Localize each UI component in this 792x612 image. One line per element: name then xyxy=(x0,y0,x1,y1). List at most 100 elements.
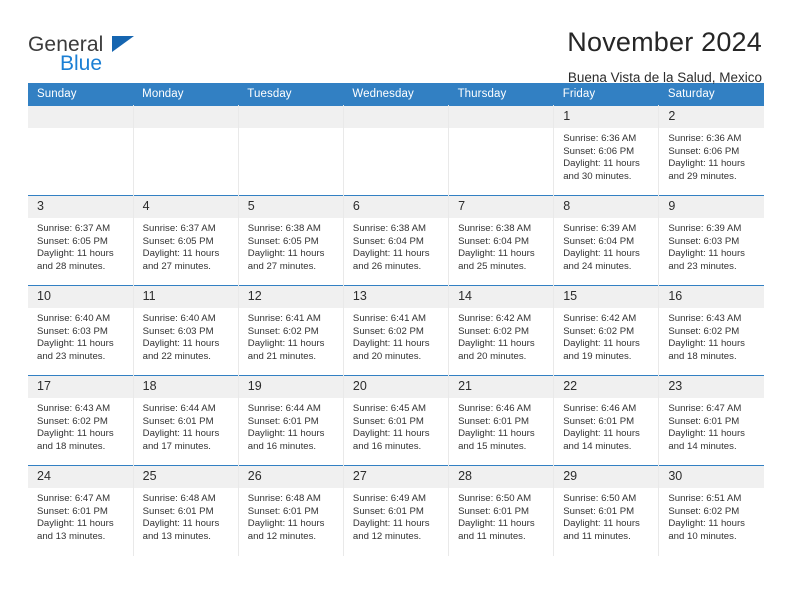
calendar-day-cell[interactable]: 24 Sunrise: 6:47 AM Sunset: 6:01 PM Dayligh… xyxy=(28,465,134,556)
calendar-week-row: 10 Sunrise: 6:40 AM Sunset: 6:03 PM Dayligh… xyxy=(28,285,764,376)
calendar-day-cell[interactable]: 29 Sunrise: 6:50 AM Sunset: 6:01 PM Dayligh… xyxy=(553,465,660,556)
day-number: 9 xyxy=(659,196,764,218)
sunrise-text: Sunrise: 6:46 AM xyxy=(458,403,532,414)
daylight-text: Daylight: 11 hours and 14 minutes. xyxy=(668,428,745,452)
calendar-day-cell[interactable]: 4 Sunrise: 6:37 AM Sunset: 6:05 PM Daylight… xyxy=(133,195,239,286)
calendar-day-cell[interactable]: 22 Sunrise: 6:46 AM Sunset: 6:01 PM Dayligh… xyxy=(553,375,660,466)
day-number: 18 xyxy=(133,376,238,398)
day-details: Sunrise: 6:39 AM Sunset: 6:04 PM Daylight:… xyxy=(554,218,658,273)
calendar-day-cell[interactable]: 2 Sunrise: 6:36 AM Sunset: 6:06 PM Daylight… xyxy=(658,105,764,196)
daylight-text: Daylight: 11 hours and 12 minutes. xyxy=(247,518,325,542)
sunset-text: Sunset: 6:05 PM xyxy=(142,235,214,247)
day-details: Sunrise: 6:36 AM Sunset: 6:06 PM Daylight:… xyxy=(554,128,658,183)
daylight-text: Daylight: 11 hours and 16 minutes. xyxy=(352,428,430,452)
calendar-day-cell[interactable]: 9 Sunrise: 6:39 AM Sunset: 6:03 PM Daylight… xyxy=(658,195,764,286)
calendar-page: General Blue November 2024 Buena Vista d… xyxy=(0,0,792,612)
daylight-text: Daylight: 11 hours and 26 minutes. xyxy=(352,248,430,272)
day-details: Sunrise: 6:41 AM Sunset: 6:02 PM Daylight:… xyxy=(344,308,448,363)
calendar-day-cell[interactable]: 30 Sunrise: 6:51 AM Sunset: 6:02 PM Dayligh… xyxy=(658,465,764,556)
day-number: 12 xyxy=(238,286,343,308)
sunset-text: Sunset: 6:05 PM xyxy=(37,235,108,247)
calendar-day-cell-empty xyxy=(238,105,344,196)
day-number: 27 xyxy=(343,466,449,488)
sunset-text: Sunset: 6:01 PM xyxy=(247,415,319,427)
day-details: Sunrise: 6:44 AM Sunset: 6:01 PM Daylight:… xyxy=(134,398,238,453)
sunrise-text: Sunrise: 6:44 AM xyxy=(142,403,216,414)
day-details: Sunrise: 6:40 AM Sunset: 6:03 PM Daylight:… xyxy=(28,308,133,363)
calendar-day-cell[interactable]: 3 Sunrise: 6:37 AM Sunset: 6:05 PM Daylight… xyxy=(28,195,134,286)
sunset-text: Sunset: 6:01 PM xyxy=(563,505,635,517)
calendar-day-cell[interactable]: 23 Sunrise: 6:47 AM Sunset: 6:01 PM Dayligh… xyxy=(658,375,764,466)
sunset-text: Sunset: 6:02 PM xyxy=(247,325,319,337)
calendar-day-cell[interactable]: 18 Sunrise: 6:44 AM Sunset: 6:01 PM Dayligh… xyxy=(133,375,239,466)
calendar-week-row: 1 Sunrise: 6:36 AM Sunset: 6:06 PM Daylight… xyxy=(28,105,764,196)
day-details: Sunrise: 6:46 AM Sunset: 6:01 PM Daylight:… xyxy=(554,398,658,453)
daylight-text: Daylight: 11 hours and 21 minutes. xyxy=(247,338,325,362)
sunset-text: Sunset: 6:04 PM xyxy=(352,235,424,247)
sunrise-text: Sunrise: 6:48 AM xyxy=(142,493,216,504)
day-details: Sunrise: 6:50 AM Sunset: 6:01 PM Daylight:… xyxy=(449,488,553,543)
day-number: 28 xyxy=(449,466,554,488)
day-number: 29 xyxy=(554,466,659,488)
sunset-text: Sunset: 6:05 PM xyxy=(247,235,319,247)
calendar-day-cell[interactable]: 13 Sunrise: 6:41 AM Sunset: 6:02 PM Dayligh… xyxy=(343,285,450,376)
sunset-text: Sunset: 6:06 PM xyxy=(563,145,635,157)
calendar-day-cell[interactable]: 6 Sunrise: 6:38 AM Sunset: 6:04 PM Daylight… xyxy=(343,195,450,286)
day-number: 20 xyxy=(343,376,449,398)
day-number: 26 xyxy=(238,466,343,488)
day-number: 17 xyxy=(28,376,133,398)
sunset-text: Sunset: 6:02 PM xyxy=(352,325,424,337)
calendar-day-cell[interactable]: 16 Sunrise: 6:43 AM Sunset: 6:02 PM Dayligh… xyxy=(658,285,764,376)
daylight-text: Daylight: 11 hours and 18 minutes. xyxy=(37,428,114,452)
general-blue-logo[interactable]: General Blue xyxy=(28,26,178,74)
daylight-text: Daylight: 11 hours and 22 minutes. xyxy=(142,338,220,362)
sunrise-text: Sunrise: 6:41 AM xyxy=(247,313,321,324)
calendar-day-cell[interactable]: 27 Sunrise: 6:49 AM Sunset: 6:01 PM Dayligh… xyxy=(343,465,450,556)
calendar-day-cell[interactable]: 14 Sunrise: 6:42 AM Sunset: 6:02 PM Dayligh… xyxy=(448,285,555,376)
daylight-text: Daylight: 11 hours and 23 minutes. xyxy=(668,248,745,272)
day-number: 3 xyxy=(28,196,133,218)
day-details: Sunrise: 6:47 AM Sunset: 6:01 PM Daylight:… xyxy=(28,488,133,543)
sunrise-text: Sunrise: 6:47 AM xyxy=(668,403,742,414)
calendar-day-cell[interactable]: 10 Sunrise: 6:40 AM Sunset: 6:03 PM Dayligh… xyxy=(28,285,134,376)
calendar-day-cell[interactable]: 21 Sunrise: 6:46 AM Sunset: 6:01 PM Dayligh… xyxy=(448,375,555,466)
daylight-text: Daylight: 11 hours and 12 minutes. xyxy=(352,518,430,542)
page-title: November 2024 xyxy=(567,27,762,57)
calendar-day-cell[interactable]: 12 Sunrise: 6:41 AM Sunset: 6:02 PM Dayligh… xyxy=(238,285,344,376)
calendar-day-cell[interactable]: 28 Sunrise: 6:50 AM Sunset: 6:01 PM Dayligh… xyxy=(448,465,555,556)
sunrise-text: Sunrise: 6:41 AM xyxy=(352,313,426,324)
calendar-day-cell[interactable]: 7 Sunrise: 6:38 AM Sunset: 6:04 PM Daylight… xyxy=(448,195,555,286)
sunrise-text: Sunrise: 6:38 AM xyxy=(247,223,321,234)
sunset-text: Sunset: 6:01 PM xyxy=(563,415,635,427)
calendar-day-cell-empty xyxy=(133,105,239,196)
sunset-text: Sunset: 6:01 PM xyxy=(142,505,214,517)
calendar-day-cell[interactable]: 11 Sunrise: 6:40 AM Sunset: 6:03 PM Dayligh… xyxy=(133,285,239,376)
sunrise-text: Sunrise: 6:50 AM xyxy=(563,493,637,504)
calendar-day-cell[interactable]: 17 Sunrise: 6:43 AM Sunset: 6:02 PM Dayligh… xyxy=(28,375,134,466)
day-number: 30 xyxy=(659,466,764,488)
sunset-text: Sunset: 6:01 PM xyxy=(352,505,424,517)
day-details: Sunrise: 6:38 AM Sunset: 6:04 PM Daylight:… xyxy=(449,218,553,273)
calendar-day-cell[interactable]: 20 Sunrise: 6:45 AM Sunset: 6:01 PM Dayligh… xyxy=(343,375,450,466)
calendar-day-cell[interactable]: 25 Sunrise: 6:48 AM Sunset: 6:01 PM Dayligh… xyxy=(133,465,239,556)
calendar-day-cell[interactable]: 26 Sunrise: 6:48 AM Sunset: 6:01 PM Dayligh… xyxy=(238,465,344,556)
daylight-text: Daylight: 11 hours and 11 minutes. xyxy=(458,518,535,542)
calendar-day-cell[interactable]: 19 Sunrise: 6:44 AM Sunset: 6:01 PM Dayligh… xyxy=(238,375,344,466)
day-number: 14 xyxy=(449,286,554,308)
daylight-text: Daylight: 11 hours and 13 minutes. xyxy=(142,518,220,542)
calendar-week-row: 24 Sunrise: 6:47 AM Sunset: 6:01 PM Dayligh… xyxy=(28,465,764,556)
page-header: General Blue November 2024 Buena Vista d… xyxy=(28,0,764,85)
weekday-header-monday: Monday xyxy=(133,83,239,106)
calendar-day-cell[interactable]: 8 Sunrise: 6:39 AM Sunset: 6:04 PM Daylight… xyxy=(553,195,660,286)
weekday-header-wednesday: Wednesday xyxy=(343,83,449,106)
daylight-text: Daylight: 11 hours and 16 minutes. xyxy=(247,428,325,452)
daylight-text: Daylight: 11 hours and 20 minutes. xyxy=(458,338,535,362)
sunrise-text: Sunrise: 6:37 AM xyxy=(142,223,216,234)
page-subtitle: Buena Vista de la Salud, Mexico xyxy=(567,70,762,85)
calendar-day-cell[interactable]: 5 Sunrise: 6:38 AM Sunset: 6:05 PM Daylight… xyxy=(238,195,344,286)
daylight-text: Daylight: 11 hours and 20 minutes. xyxy=(352,338,430,362)
calendar-day-cell[interactable]: 15 Sunrise: 6:42 AM Sunset: 6:02 PM Dayligh… xyxy=(553,285,660,376)
day-details: Sunrise: 6:39 AM Sunset: 6:03 PM Daylight:… xyxy=(659,218,764,273)
daylight-text: Daylight: 11 hours and 27 minutes. xyxy=(247,248,325,272)
calendar-day-cell[interactable]: 1 Sunrise: 6:36 AM Sunset: 6:06 PM Daylight… xyxy=(553,105,660,196)
